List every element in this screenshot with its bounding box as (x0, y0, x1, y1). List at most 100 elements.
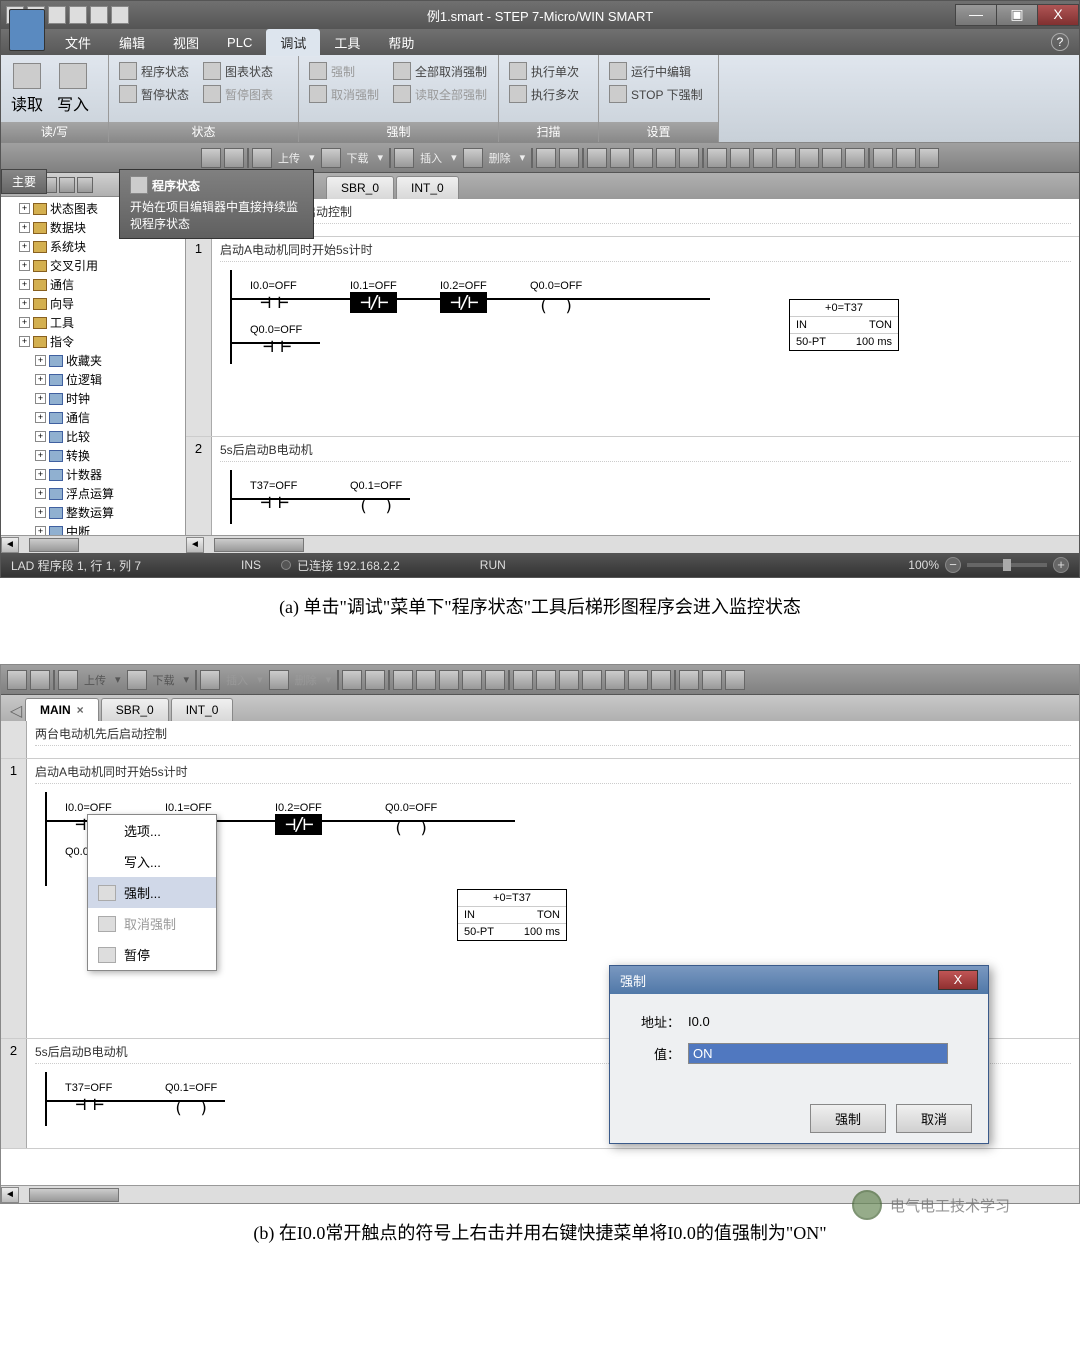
output-coil[interactable]: Q0.1=OFF( ) (350, 480, 402, 516)
menu-file[interactable]: 文件 (51, 29, 105, 56)
toolbar-button[interactable] (651, 670, 671, 690)
menu-pause[interactable]: 暂停 (88, 939, 216, 970)
qat-icon[interactable] (69, 6, 87, 24)
toolbar-button[interactable] (610, 148, 630, 168)
exec-single-button[interactable]: 执行单次 (507, 61, 581, 81)
toolbar-button[interactable] (201, 148, 221, 168)
expander-icon[interactable]: + (35, 488, 46, 499)
menu-debug[interactable]: 调试 (266, 29, 320, 56)
toolbar-button[interactable] (628, 670, 648, 690)
contact-no[interactable]: T37=OFF⊣ ⊢ (250, 480, 297, 513)
toolbar-button[interactable] (633, 148, 653, 168)
tab-main[interactable]: MAIN× (25, 698, 99, 721)
expander-icon[interactable]: + (35, 507, 46, 518)
toolbar-button[interactable] (365, 670, 385, 690)
expander-icon[interactable]: + (19, 222, 30, 233)
maximize-button[interactable]: ▣ (996, 4, 1038, 26)
toolbar-button[interactable] (342, 670, 362, 690)
chart-status-button[interactable]: 图表状态 (201, 61, 275, 81)
menu-write[interactable]: 写入... (88, 846, 216, 877)
zoom-out-button[interactable]: − (945, 557, 961, 573)
menu-force[interactable]: 强制... (88, 877, 216, 908)
force-ok-button[interactable]: 强制 (810, 1104, 886, 1133)
toolbar-button[interactable] (725, 670, 745, 690)
contact-no[interactable]: Q0.0=OFF⊣ ⊢ (250, 324, 302, 357)
tree-tb-icon[interactable] (59, 177, 75, 193)
expander-icon[interactable]: + (19, 260, 30, 271)
tree-scrollbar[interactable]: ◄ (1, 535, 186, 553)
ladder-editor[interactable]: 两台电动机先后启动控制 1 启动A电动机同时开始5s计时 I0.0=OFF⊣ ⊢… (186, 199, 1079, 535)
app-logo-icon[interactable] (9, 9, 45, 51)
toolbar-button[interactable] (702, 670, 722, 690)
upload-icon[interactable] (58, 670, 78, 690)
tree-item[interactable]: +通信 (1, 275, 185, 294)
tree-item[interactable]: +向导 (1, 294, 185, 313)
tree-item[interactable]: +收藏夹 (1, 351, 185, 370)
value-input[interactable]: ON (688, 1043, 948, 1064)
qat-icon[interactable] (48, 6, 66, 24)
close-button[interactable]: X (1037, 4, 1079, 26)
tree-item[interactable]: +时钟 (1, 389, 185, 408)
contact-no[interactable]: I0.0=OFF⊣ ⊢ (250, 280, 297, 313)
menu-unforce[interactable]: 取消强制 (88, 908, 216, 939)
expander-icon[interactable]: + (19, 203, 30, 214)
tree-item[interactable]: +交叉引用 (1, 256, 185, 275)
toolbar-button[interactable] (485, 670, 505, 690)
expander-icon[interactable]: + (35, 374, 46, 385)
toolbar-button[interactable] (845, 148, 865, 168)
help-icon[interactable]: ? (1051, 33, 1069, 51)
tab-sbr[interactable]: SBR_0 (326, 176, 394, 199)
toolbar-button[interactable] (776, 148, 796, 168)
toolbar-button[interactable] (822, 148, 842, 168)
toolbar-button[interactable] (7, 670, 27, 690)
unforce-all-button[interactable]: 全部取消强制 (391, 61, 489, 81)
insert-icon[interactable] (394, 148, 414, 168)
menu-plc[interactable]: PLC (213, 31, 266, 54)
exec-multi-button[interactable]: 执行多次 (507, 84, 581, 104)
tab-sbr[interactable]: SBR_0 (101, 698, 169, 721)
read-force-button[interactable]: 读取全部强制 (391, 84, 489, 104)
tab-int[interactable]: INT_0 (171, 698, 234, 721)
output-coil[interactable]: Q0.0=OFF( ) (530, 280, 582, 316)
toolbar-button[interactable] (536, 670, 556, 690)
expander-icon[interactable]: + (19, 317, 30, 328)
zoom-in-button[interactable]: + (1053, 557, 1069, 573)
timer-block[interactable]: +0=T37 INTON 50-PT100 ms (457, 889, 567, 941)
toolbar-button[interactable] (896, 148, 916, 168)
tree-item[interactable]: +指令 (1, 332, 185, 351)
force-cancel-button[interactable]: 取消 (896, 1104, 972, 1133)
tree-item[interactable]: +工具 (1, 313, 185, 332)
qat-icon[interactable] (111, 6, 129, 24)
toolbar-button[interactable] (799, 148, 819, 168)
dialog-titlebar[interactable]: 强制X (610, 966, 988, 994)
minimize-button[interactable]: — (955, 4, 997, 26)
toolbar-button[interactable] (605, 670, 625, 690)
write-button[interactable]: 写入 (53, 59, 93, 118)
contact-nc[interactable]: I0.2=OFF⊣/⊢ (440, 280, 487, 313)
stop-force-button[interactable]: STOP 下强制 (607, 84, 705, 104)
timer-block[interactable]: +0=T37 INTON 50-PT100 ms (789, 299, 899, 351)
contact-no[interactable]: Q0.0 (65, 846, 89, 858)
expander-icon[interactable]: + (35, 450, 46, 461)
expander-icon[interactable]: + (19, 279, 30, 290)
zoom-slider[interactable] (967, 563, 1047, 567)
download-icon[interactable] (127, 670, 147, 690)
upload-icon[interactable] (252, 148, 272, 168)
expander-icon[interactable]: + (19, 298, 30, 309)
toolbar-button[interactable] (416, 670, 436, 690)
toolbar-button[interactable] (536, 148, 556, 168)
tree-item[interactable]: +计数器 (1, 465, 185, 484)
contact-no[interactable]: T37=OFF⊣ ⊢ (65, 1082, 112, 1115)
tab-scroll-left[interactable]: ◁ (9, 701, 23, 721)
contact-nc[interactable]: I0.2=OFF⊣/⊢ (275, 802, 322, 835)
toolbar-button[interactable] (919, 148, 939, 168)
tree-item[interactable]: +系统块 (1, 237, 185, 256)
pause-chart-button[interactable]: 暂停图表 (201, 84, 275, 104)
tab-int[interactable]: INT_0 (396, 176, 459, 199)
toolbar-button[interactable] (587, 148, 607, 168)
tree-item[interactable]: +位逻辑 (1, 370, 185, 389)
tree-item[interactable]: +转换 (1, 446, 185, 465)
toolbar-button[interactable] (679, 148, 699, 168)
delete-icon[interactable] (463, 148, 483, 168)
toolbar-button[interactable] (873, 148, 893, 168)
